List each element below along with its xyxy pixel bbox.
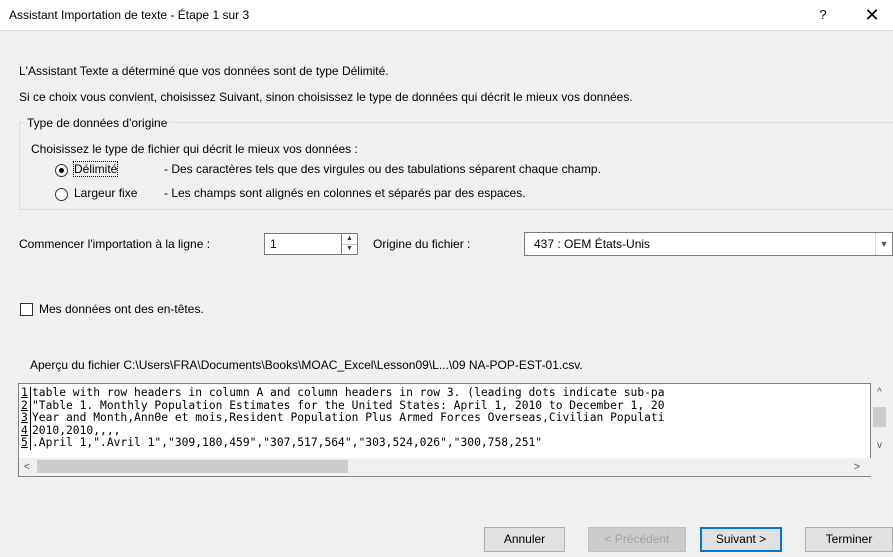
delimited-description: - Des caractères tels que des virgules o…	[164, 162, 601, 176]
row-number: 2	[19, 399, 31, 412]
chevron-down-icon[interactable]: ▼	[875, 233, 892, 255]
data-type-legend: Type de données d'origine	[24, 116, 171, 130]
fixed-width-radio[interactable]	[55, 188, 68, 201]
row-number: 4	[19, 424, 31, 437]
scroll-right-icon[interactable]: >	[849, 458, 865, 476]
start-row-spinner[interactable]: ▲ ▼	[341, 233, 358, 255]
file-origin-value: 437 : OEM États-Unis	[534, 237, 651, 251]
row-number: 3	[19, 412, 31, 425]
row-text: table with row headers in column A and c…	[32, 387, 665, 399]
intro-line-1: L'Assistant Texte a déterminé que vos do…	[19, 64, 389, 78]
headers-checkbox-label[interactable]: Mes données ont des en-têtes.	[39, 302, 204, 316]
intro-line-2: Si ce choix vous convient, choisissez Su…	[19, 90, 633, 104]
vertical-scroll-thumb[interactable]	[873, 407, 886, 427]
fixed-width-radio-label[interactable]: Largeur fixe	[74, 186, 137, 200]
preview-row: 2 "Table 1. Monthly Population Estimates …	[19, 399, 869, 412]
help-button[interactable]: ?	[812, 5, 834, 25]
fixed-width-description: - Les champs sont alignés en colonnes et…	[164, 186, 526, 200]
row-number: 5	[19, 437, 31, 450]
horizontal-scroll-thumb[interactable]	[37, 460, 348, 473]
scroll-down-icon[interactable]: v	[871, 439, 888, 453]
radio-selected-dot	[59, 168, 64, 173]
next-button[interactable]: Suivant >	[700, 527, 782, 552]
start-row-value: 1	[270, 237, 277, 251]
delimited-radio-label[interactable]: Délimité	[72, 161, 119, 177]
spin-down-icon[interactable]: ▼	[342, 244, 357, 254]
delimited-radio[interactable]	[55, 164, 68, 177]
cancel-button[interactable]: Annuler	[484, 527, 565, 552]
title-bar: Assistant Importation de texte - Étape 1…	[0, 0, 893, 31]
row-number: 1	[19, 387, 31, 400]
row-text: .April 1,".Avril 1","309,180,459","307,5…	[32, 437, 543, 449]
preview-horizontal-scrollbar[interactable]: < >	[19, 458, 871, 476]
start-row-label: Commencer l'importation à la ligne :	[19, 237, 211, 251]
file-origin-select[interactable]: 437 : OEM États-Unis ▼	[524, 232, 893, 256]
preview-row: 1 table with row headers in column A and …	[19, 387, 869, 400]
headers-checkbox[interactable]	[20, 303, 33, 316]
row-text: "Table 1. Monthly Population Estimates f…	[32, 399, 665, 412]
preview-vertical-scrollbar[interactable]: ^ v	[871, 383, 888, 459]
preview-row: 3 Year and Month,AnnΘe et mois,Resident P…	[19, 412, 869, 425]
data-type-prompt: Choisissez le type de fichier qui décrit…	[31, 142, 358, 156]
close-button[interactable]: ✕	[860, 4, 884, 26]
scroll-up-icon[interactable]: ^	[871, 386, 888, 400]
row-text: Year and Month,AnnΘe et mois,Resident Po…	[32, 412, 665, 424]
previous-button[interactable]: < Précédent	[588, 527, 686, 552]
start-row-input[interactable]: 1	[264, 233, 342, 255]
preview-row: 4 2010,2010,,,,	[19, 424, 869, 437]
preview-rows: 1 table with row headers in column A and …	[19, 387, 869, 450]
finish-button[interactable]: Terminer	[805, 527, 893, 552]
scroll-left-icon[interactable]: <	[19, 458, 35, 476]
row-text: 2010,2010,,,,	[32, 424, 121, 437]
preview-label: Aperçu du fichier C:\Users\FRA\Documents…	[30, 358, 583, 372]
preview-row: 5 .April 1,".Avril 1","309,180,459","307,…	[19, 437, 869, 450]
dialog-title: Assistant Importation de texte - Étape 1…	[9, 8, 250, 22]
file-origin-label: Origine du fichier :	[373, 237, 471, 251]
